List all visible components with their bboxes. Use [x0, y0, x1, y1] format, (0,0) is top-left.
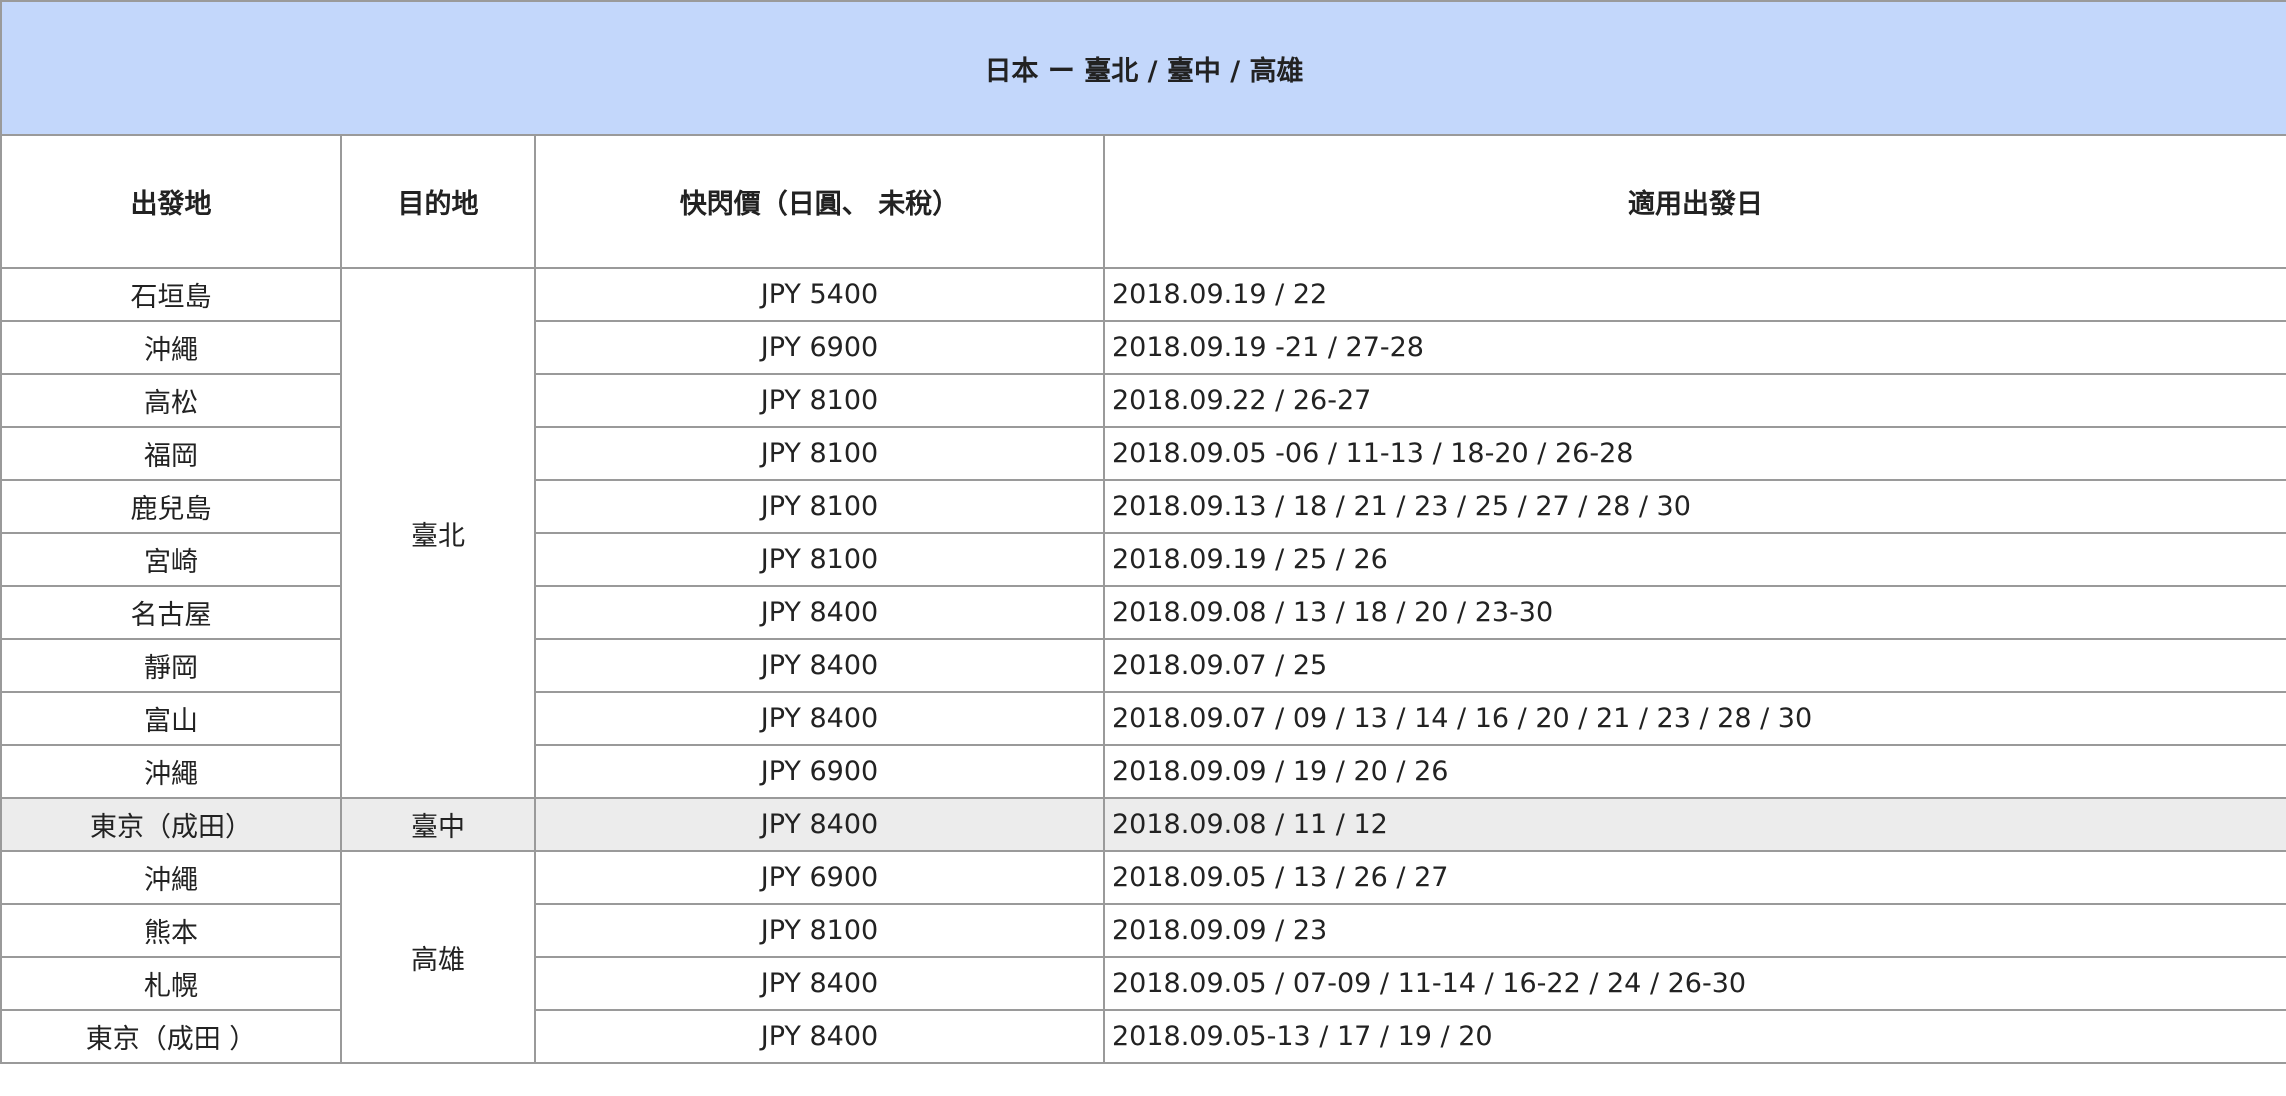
title-row: 日本 ー 臺北 / 臺中 / 高雄	[0, 0, 2286, 136]
table-title: 日本 ー 臺北 / 臺中 / 高雄	[0, 0, 2286, 136]
origin-cell: 鹿兒島	[0, 479, 342, 534]
origin-cell: 名古屋	[0, 585, 342, 640]
origin-cell: 宮崎	[0, 532, 342, 587]
price-cell: JPY 6900	[534, 320, 1105, 375]
price-cell: JPY 5400	[534, 267, 1105, 322]
price-cell: JPY 8400	[534, 956, 1105, 1011]
price-cell: JPY 8100	[534, 532, 1105, 587]
price-cell: JPY 8100	[534, 479, 1105, 534]
origin-cell: 石垣島	[0, 267, 342, 322]
dates-cell: 2018.09.19 / 25 / 26	[1103, 532, 2286, 587]
price-cell: JPY 8400	[534, 585, 1105, 640]
origin-cell: 靜岡	[0, 638, 342, 693]
dates-cell: 2018.09.05 / 07-09 / 11-14 / 16-22 / 24 …	[1103, 956, 2286, 1011]
origin-cell: 札幌	[0, 956, 342, 1011]
price-cell: JPY 6900	[534, 850, 1105, 905]
origin-cell: 沖繩	[0, 744, 342, 799]
price-cell: JPY 8400	[534, 638, 1105, 693]
origin-cell: 東京（成田）	[0, 797, 342, 852]
header-row: 出發地 目的地 快閃價（日圓、 未稅） 適用出發日	[0, 134, 2286, 269]
price-cell: JPY 6900	[534, 744, 1105, 799]
price-cell: JPY 8100	[534, 426, 1105, 481]
header-price: 快閃價（日圓、 未稅）	[534, 134, 1105, 269]
dates-cell: 2018.09.07 / 09 / 13 / 14 / 16 / 20 / 21…	[1103, 691, 2286, 746]
dates-cell: 2018.09.05-13 / 17 / 19 / 20	[1103, 1009, 2286, 1064]
dates-cell: 2018.09.22 / 26-27	[1103, 373, 2286, 428]
dates-cell: 2018.09.09 / 19 / 20 / 26	[1103, 744, 2286, 799]
dates-cell: 2018.09.13 / 18 / 21 / 23 / 25 / 27 / 28…	[1103, 479, 2286, 534]
dates-cell: 2018.09.08 / 13 / 18 / 20 / 23-30	[1103, 585, 2286, 640]
table-row: 沖繩 高雄 JPY 6900 2018.09.05 / 13 / 26 / 27	[0, 850, 2286, 1064]
header-origin: 出發地	[0, 134, 342, 269]
origin-cell: 富山	[0, 691, 342, 746]
table-row: 石垣島 臺北 JPY 5400 2018.09.19 / 22	[0, 267, 2286, 799]
destination-cell-kaohsiung: 高雄	[340, 850, 536, 1064]
destination-cell-taichung: 臺中	[340, 797, 536, 852]
origin-cell: 高松	[0, 373, 342, 428]
destination-cell-taipei: 臺北	[340, 267, 536, 799]
header-destination: 目的地	[340, 134, 536, 269]
origin-cell: 福岡	[0, 426, 342, 481]
price-cell: JPY 8400	[534, 1009, 1105, 1064]
dates-cell: 2018.09.19 / 22	[1103, 267, 2286, 322]
dates-cell: 2018.09.05 -06 / 11-13 / 18-20 / 26-28	[1103, 426, 2286, 481]
fare-table: 日本 ー 臺北 / 臺中 / 高雄 出發地 目的地 快閃價（日圓、 未稅） 適用…	[0, 0, 2286, 1064]
origin-cell: 熊本	[0, 903, 342, 958]
price-cell: JPY 8100	[534, 373, 1105, 428]
dates-cell: 2018.09.05 / 13 / 26 / 27	[1103, 850, 2286, 905]
origin-cell: 沖繩	[0, 850, 342, 905]
header-dates: 適用出發日	[1103, 134, 2286, 269]
price-cell: JPY 8100	[534, 903, 1105, 958]
dates-cell: 2018.09.07 / 25	[1103, 638, 2286, 693]
price-cell: JPY 8400	[534, 691, 1105, 746]
table-row-highlighted: 東京（成田） 臺中 JPY 8400 2018.09.08 / 11 / 12	[0, 797, 2286, 852]
dates-cell: 2018.09.19 -21 / 27-28	[1103, 320, 2286, 375]
price-cell: JPY 8400	[534, 797, 1105, 852]
dates-cell: 2018.09.08 / 11 / 12	[1103, 797, 2286, 852]
origin-cell: 東京（成田 ）	[0, 1009, 342, 1064]
origin-cell: 沖繩	[0, 320, 342, 375]
dates-cell: 2018.09.09 / 23	[1103, 903, 2286, 958]
